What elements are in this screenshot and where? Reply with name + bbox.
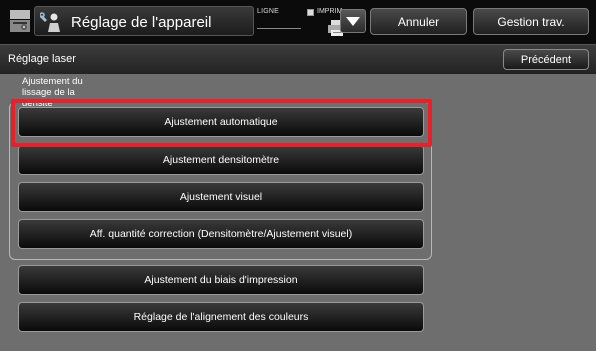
screen-title: Réglage de l'appareil	[71, 14, 212, 31]
ligne-indicator: LIGNE	[257, 8, 305, 34]
section-title: Réglage laser	[8, 53, 76, 65]
device-settings-screen: Réglage de l'appareil LIGNE IMPRIM. Annu…	[0, 0, 596, 351]
triangle-down-icon	[346, 16, 360, 26]
machine-settings-icon	[10, 10, 30, 32]
sub-header: Réglage laser Précédent	[0, 44, 596, 74]
print-skew-adjustment-button[interactable]: Ajustement du biais d'impression	[18, 265, 424, 295]
imprim-status-box	[307, 9, 314, 16]
title-bar: Réglage de l'appareil	[34, 6, 254, 36]
ligne-line	[257, 28, 301, 29]
color-alignment-button[interactable]: Réglage de l'alignement des couleurs	[18, 302, 424, 332]
group-label-line: lissage de la	[22, 87, 75, 98]
auto-adjustment-button[interactable]: Ajustement automatique	[18, 107, 424, 137]
back-button[interactable]: Précédent	[503, 49, 589, 70]
group-label-line: Ajustement du	[22, 76, 83, 87]
visual-adjustment-button[interactable]: Ajustement visuel	[18, 182, 424, 212]
wrench-person-icon	[40, 12, 60, 32]
status-dropdown-button[interactable]	[340, 9, 366, 33]
correction-amount-display-button[interactable]: Aff. quantité correction (Densitomètre/A…	[18, 219, 424, 249]
densitometer-adjustment-button[interactable]: Ajustement densitomètre	[18, 145, 424, 175]
cancel-button[interactable]: Annuler	[370, 8, 467, 35]
job-management-button[interactable]: Gestion trav.	[473, 8, 589, 35]
top-bar: Réglage de l'appareil LIGNE IMPRIM. Annu…	[0, 0, 596, 44]
main-content: Ajustement du lissage de la densité Ajus…	[0, 74, 596, 351]
ligne-label: LIGNE	[257, 8, 280, 15]
